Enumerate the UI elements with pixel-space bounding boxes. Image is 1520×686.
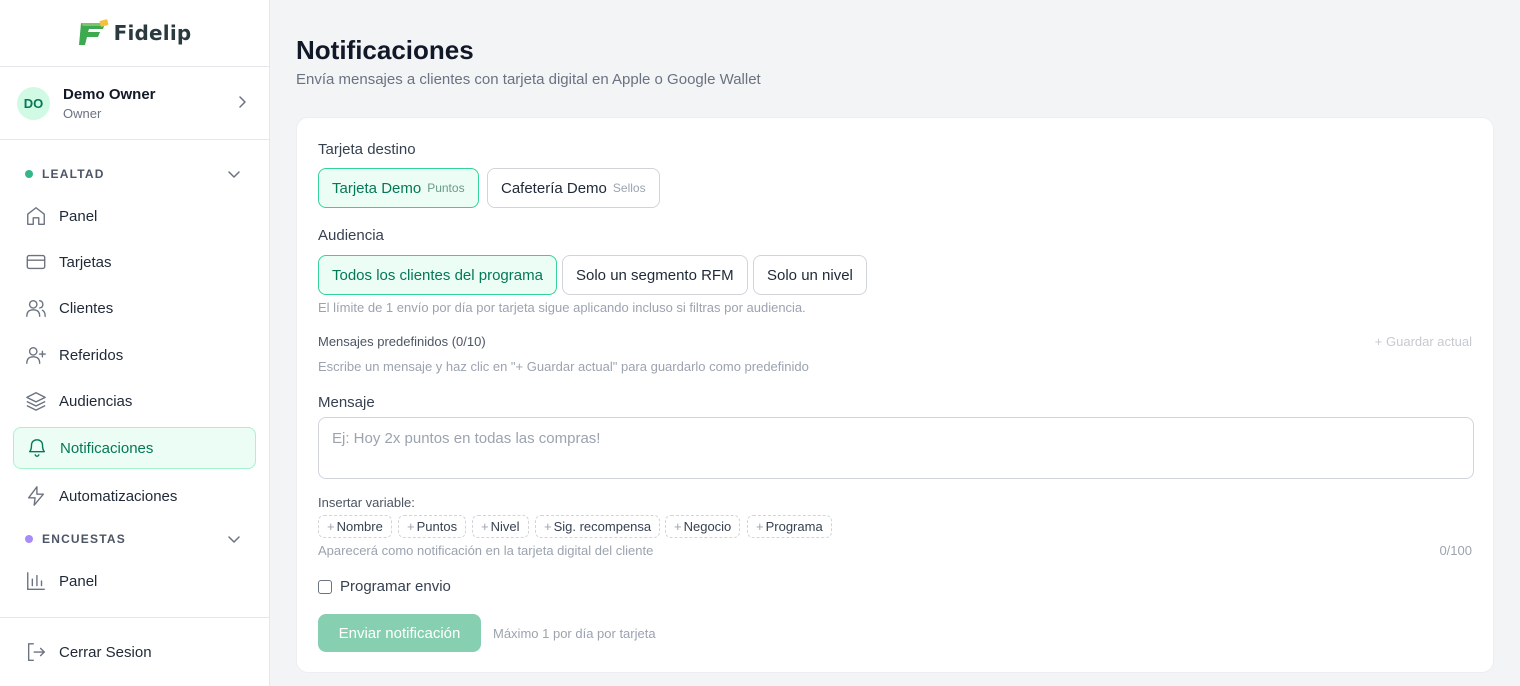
message-input[interactable] <box>318 417 1474 479</box>
target-name: Cafetería Demo <box>501 179 607 197</box>
sidebar-item-notificaciones[interactable]: Notificaciones <box>13 427 256 469</box>
section-lealtad[interactable]: LEALTAD <box>25 166 245 182</box>
schedule-label: Programar envio <box>340 578 451 595</box>
chevron-down-icon <box>228 171 240 178</box>
target-option-tarjeta-demo[interactable]: Tarjeta Demo Puntos <box>318 168 479 208</box>
schedule-toggle[interactable]: Programar envio <box>318 578 451 595</box>
chevron-down-icon <box>228 536 240 543</box>
sidebar-item-label: Panel <box>59 207 98 225</box>
target-name: Tarjeta Demo <box>332 179 422 197</box>
sidebar-item-label: Clientes <box>59 299 114 317</box>
message-label: Mensaje <box>318 394 375 411</box>
target-option-cafeteria-demo[interactable]: Cafetería Demo Sellos <box>487 168 660 208</box>
sidebar-item-automatizaciones[interactable]: Automatizaciones <box>13 475 256 517</box>
sidebar-item-clientes[interactable]: Clientes <box>13 287 256 329</box>
presets-label: Mensajes predefinidos (0/10) <box>318 334 486 349</box>
avatar: DO <box>17 86 50 120</box>
user-name: Demo Owner <box>63 85 156 103</box>
variable-puntos[interactable]: + Puntos <box>398 515 467 538</box>
sidebar-item-referidos[interactable]: Referidos <box>13 334 256 376</box>
target-type: Puntos <box>427 181 465 195</box>
variable-negocio[interactable]: + Negocio <box>665 515 741 538</box>
audience-option-rfm[interactable]: Solo un segmento RFM <box>562 255 748 295</box>
target-label: Tarjeta destino <box>318 141 416 158</box>
user-plus-icon <box>26 346 46 364</box>
notification-form: Tarjeta destino Tarjeta Demo Puntos Cafe… <box>296 117 1494 673</box>
sidebar: Fidelip DO Demo Owner Owner LEALTAD Pane… <box>0 0 270 686</box>
message-hint: Aparecerá como notificación en la tarjet… <box>318 543 654 558</box>
sidebar-item-label: Audiencias <box>59 392 133 410</box>
variable-nivel[interactable]: + Nivel <box>472 515 529 538</box>
chevron-right-icon <box>239 96 246 108</box>
sidebar-item-label: Referidos <box>59 346 124 364</box>
section-dot <box>25 170 33 178</box>
user-role: Owner <box>63 105 102 121</box>
variable-nombre[interactable]: + Nombre <box>318 515 392 538</box>
insert-variable-label: Insertar variable: <box>318 495 415 510</box>
audience-option-all[interactable]: Todos los clientes del programa <box>318 255 557 295</box>
logout-button[interactable]: Cerrar Sesion <box>13 631 256 673</box>
schedule-checkbox[interactable] <box>318 579 332 594</box>
presets-hint: Escribe un mensaje y haz clic en "+ Guar… <box>318 359 809 374</box>
layers-icon <box>26 392 46 411</box>
users-icon <box>26 299 46 317</box>
card-icon <box>26 254 46 270</box>
char-counter: 0/100 <box>1439 543 1472 558</box>
sidebar-item-label: Tarjetas <box>59 253 112 271</box>
logout-label: Cerrar Sesion <box>59 643 152 661</box>
bell-icon <box>28 439 46 457</box>
sidebar-item-label: Panel <box>59 572 98 590</box>
user-info: Demo Owner Owner <box>63 86 156 121</box>
sidebar-item-tarjetas[interactable]: Tarjetas <box>13 241 256 283</box>
save-current-button[interactable]: + Guardar actual <box>1375 334 1472 349</box>
fidelip-logo-icon <box>78 19 108 45</box>
sidebar-item-label: Automatizaciones <box>59 487 178 505</box>
section-dot <box>25 535 33 543</box>
page-title: Notificaciones <box>296 35 474 65</box>
target-type: Sellos <box>612 181 646 195</box>
section-encuestas[interactable]: ENCUESTAS <box>25 531 245 547</box>
section-label: LEALTAD <box>42 167 105 181</box>
zap-icon <box>27 486 45 506</box>
audience-option-level[interactable]: Solo un nivel <box>753 255 867 295</box>
audience-label: Audiencia <box>318 227 384 244</box>
sidebar-item-audiencias[interactable]: Audiencias <box>13 380 256 422</box>
page-subtitle: Envía mensajes a clientes con tarjeta di… <box>296 71 761 88</box>
logo[interactable]: Fidelip <box>0 0 269 67</box>
brand-name: Fidelip <box>113 21 192 45</box>
user-menu[interactable]: DO Demo Owner Owner <box>0 67 269 140</box>
home-icon <box>27 207 45 225</box>
audience-hint: El límite de 1 envío por día por tarjeta… <box>318 300 806 315</box>
sidebar-divider <box>0 617 270 618</box>
sidebar-item-label: Notificaciones <box>60 439 154 457</box>
section-label: ENCUESTAS <box>42 532 126 546</box>
sidebar-item-panel[interactable]: Panel <box>13 195 256 237</box>
send-notification-button[interactable]: Enviar notificación <box>318 614 481 652</box>
variable-sig-recompensa[interactable]: + Sig. recompensa <box>535 515 661 538</box>
variable-programa[interactable]: + Programa <box>747 515 832 538</box>
send-limit-note: Máximo 1 por día por tarjeta <box>493 626 656 641</box>
bar-chart-icon <box>27 572 45 590</box>
sidebar-item-encuestas-panel[interactable]: Panel <box>13 560 256 602</box>
logout-icon <box>27 643 45 661</box>
